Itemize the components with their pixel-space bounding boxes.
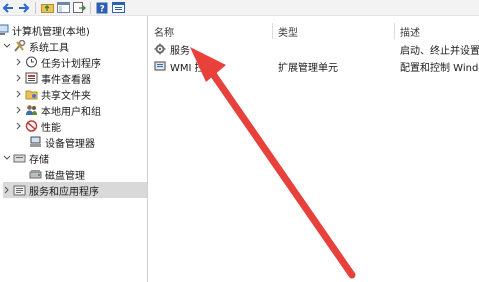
toolbar: ? <box>0 0 479 16</box>
no-entry-icon <box>25 120 38 132</box>
tree-item-device-manager[interactable]: 设备管理器 <box>27 134 95 150</box>
toolbar-divider <box>90 1 91 14</box>
list-item-wmi-control[interactable]: WMI 控件 扩展管理单元 配置和控制 Windo <box>154 58 479 74</box>
chevron-down-icon[interactable] <box>3 42 11 50</box>
tree-item-label: 磁盘管理 <box>45 170 85 182</box>
back-arrow-icon[interactable] <box>0 1 16 15</box>
tree-item-performance[interactable]: 性能 <box>15 118 61 134</box>
chevron-right-icon[interactable] <box>15 90 23 98</box>
tree-item-label: 设备管理器 <box>45 138 95 150</box>
tree-item-shared-folders[interactable]: 共享文件夹 <box>15 86 91 102</box>
list-item-name: 服务 <box>170 45 190 57</box>
tree-item-storage[interactable]: 存储 <box>3 150 49 166</box>
chevron-down-icon[interactable] <box>3 154 11 162</box>
tree-item-label: 本地用户和组 <box>41 106 101 118</box>
tree-item-label: 服务和应用程序 <box>29 186 99 198</box>
tree-item-label: 性能 <box>41 122 61 134</box>
disk-icon <box>29 168 42 180</box>
svg-text:?: ? <box>100 4 105 14</box>
tree-item-label: 任务计划程序 <box>41 58 101 70</box>
tree-item-system-tools[interactable]: 系统工具 <box>3 38 69 54</box>
tree-item-label: 共享文件夹 <box>41 90 91 102</box>
tree-item-task-scheduler[interactable]: 任务计划程序 <box>15 54 101 70</box>
help-icon[interactable]: ? <box>94 1 110 15</box>
column-divider[interactable] <box>272 23 273 39</box>
wmi-control-icon <box>154 60 168 72</box>
clock-icon <box>25 56 38 68</box>
console-tree: 计算机管理(本地) 系统工具 任务计划程序 事件查看器 共享文件夹 本地用户和组… <box>0 16 147 282</box>
list-item-description: 启动、终止并设置 <box>400 45 479 57</box>
tree-item-event-viewer[interactable]: 事件查看器 <box>15 70 91 86</box>
tree-item-label: 事件查看器 <box>41 74 91 86</box>
column-header-type[interactable]: 类型 <box>278 24 298 39</box>
toolbar-divider <box>35 1 36 14</box>
chevron-right-icon[interactable] <box>3 186 11 194</box>
tools-icon <box>13 39 26 52</box>
column-header-description[interactable]: 描述 <box>400 24 420 39</box>
details-list: 名称 类型 描述 服务 启动、终止并设置 WMI 控件 扩展管理单元 配置和控制… <box>148 16 479 282</box>
tree-item-label: 存储 <box>29 154 49 166</box>
list-item-description: 配置和控制 Windo <box>400 62 479 74</box>
list-item-name: WMI 控件 <box>170 62 215 74</box>
tree-item-local-users[interactable]: 本地用户和组 <box>15 102 101 118</box>
tree-item-services-and-applications[interactable]: 服务和应用程序 <box>3 182 147 198</box>
forward-arrow-icon[interactable] <box>16 1 32 15</box>
services-apps-icon <box>13 184 26 196</box>
users-icon <box>25 104 38 116</box>
gear-icon <box>154 43 168 55</box>
chevron-right-icon[interactable] <box>15 122 23 130</box>
properties-icon[interactable] <box>110 1 126 15</box>
computer-icon <box>0 24 9 36</box>
up-folder-icon[interactable] <box>39 1 55 15</box>
list-item-services[interactable]: 服务 启动、终止并设置 <box>154 41 479 57</box>
tree-item-computer-management[interactable]: 计算机管理(本地) <box>0 22 90 38</box>
storage-icon <box>13 152 26 164</box>
chevron-right-icon[interactable] <box>15 106 23 114</box>
console-tree-icon[interactable] <box>55 1 71 15</box>
column-header-name[interactable]: 名称 <box>154 24 174 39</box>
shared-folder-icon <box>25 88 38 100</box>
tree-item-label: 计算机管理(本地) <box>12 26 90 38</box>
tree-item-label: 系统工具 <box>29 42 69 54</box>
list-item-type: 扩展管理单元 <box>278 62 338 74</box>
column-divider[interactable] <box>394 23 395 39</box>
chevron-right-icon[interactable] <box>15 74 23 82</box>
export-list-icon[interactable] <box>71 1 87 15</box>
chevron-right-icon[interactable] <box>15 58 23 66</box>
event-viewer-icon <box>25 72 38 84</box>
tree-item-disk-management[interactable]: 磁盘管理 <box>27 166 85 182</box>
device-manager-icon <box>29 136 42 148</box>
